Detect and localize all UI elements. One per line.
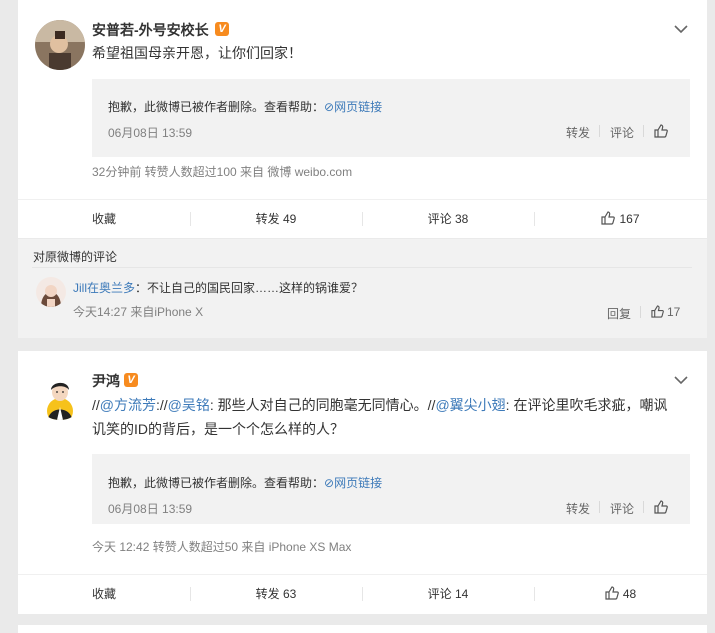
- thumbs-up-icon[interactable]: [654, 124, 668, 138]
- post-text: //@方流芳://@吴铭: 那些人对自己的同胞毫无同情心。//@翼尖小翅: 在评…: [92, 393, 692, 441]
- comment-like-count: 17: [667, 305, 681, 319]
- thumbs-up-icon: [651, 305, 664, 318]
- repost-date[interactable]: 06月08日 13:59: [108, 124, 192, 141]
- deleted-text: 抱歉，此微博已被作者删除。查看帮助：: [108, 476, 325, 490]
- original-post-comments: 对原微博的评论 Jill在奥兰多：不让自己的国民回家……这样的锅谁爱？ 今天14…: [18, 239, 707, 338]
- web-link[interactable]: 网页链接: [334, 100, 382, 114]
- repost-comment[interactable]: 评论: [610, 500, 634, 517]
- like-count: 48: [622, 587, 637, 601]
- deleted-text: 抱歉，此微博已被作者删除。查看帮助：: [108, 100, 325, 114]
- mention-link[interactable]: @方流芳: [100, 397, 156, 413]
- chevron-down-icon[interactable]: [674, 375, 688, 385]
- mention-link[interactable]: @吴铭: [168, 397, 210, 413]
- divider: [643, 501, 644, 513]
- like-count: 167: [619, 212, 640, 226]
- deleted-notice: 抱歉，此微博已被作者删除。查看帮助：⊘网页链接: [108, 98, 382, 115]
- divider: [32, 267, 692, 268]
- favorite-button[interactable]: 收藏: [18, 575, 190, 613]
- link-icon: ⊘: [324, 100, 335, 114]
- divider: [643, 125, 644, 137]
- chevron-down-icon[interactable]: [674, 24, 688, 34]
- commenter-name[interactable]: Jill在奥兰多: [73, 281, 135, 295]
- link-icon: ⊘: [324, 476, 335, 490]
- action-bar: 收藏 转发 63 评论 14 48: [18, 574, 707, 612]
- favorite-button[interactable]: 收藏: [18, 200, 190, 238]
- forward-button[interactable]: 转发 63: [190, 575, 362, 613]
- repost-box: 抱歉，此微博已被作者删除。查看帮助：⊘网页链接 06月08日 13:59 转发 …: [92, 79, 690, 157]
- verified-badge-icon: V: [124, 373, 138, 387]
- divider: [640, 306, 641, 318]
- divider: [599, 125, 600, 137]
- thumbs-up-icon: [601, 211, 616, 225]
- weibo-post: 安普若-外号安校长 V 希望祖国母亲开恩，让你们回家！ 抱歉，此微博已被作者删除…: [18, 0, 707, 238]
- like-button[interactable]: 48: [534, 575, 707, 613]
- text-segment: //: [92, 397, 100, 413]
- comment-body: ：不让自己的国民回家……这样的锅谁爱？: [135, 281, 364, 295]
- comment-text: Jill在奥兰多：不让自己的国民回家……这样的锅谁爱？: [73, 279, 363, 296]
- comment-time: 今天14:27 来自iPhone X: [73, 305, 204, 319]
- thumbs-up-icon: [605, 586, 619, 600]
- comment-button[interactable]: 评论 14: [362, 575, 534, 613]
- repost-date[interactable]: 06月08日 13:59: [108, 500, 192, 517]
- commenter-avatar[interactable]: [36, 277, 66, 307]
- post-text: 希望祖国母亲开恩，让你们回家！: [92, 45, 302, 61]
- comment-like-button[interactable]: 17: [651, 305, 680, 319]
- comment-button[interactable]: 评论 38: [362, 200, 534, 238]
- text-segment: : 在评论里吹毛求疵，嘲讽: [505, 397, 668, 413]
- username[interactable]: 尹鸿: [92, 371, 120, 391]
- comments-header: 对原微博的评论: [33, 250, 118, 264]
- repost-comment[interactable]: 评论: [610, 124, 634, 141]
- post-meta: 今天 12:42 转赞人数超过50 来自 iPhone XS Max: [92, 540, 352, 554]
- reply-button[interactable]: 回复: [607, 305, 631, 322]
- divider: [599, 501, 600, 513]
- deleted-notice: 抱歉，此微博已被作者删除。查看帮助：⊘网页链接: [108, 474, 382, 491]
- web-link[interactable]: 网页链接: [334, 476, 382, 490]
- repost-forward[interactable]: 转发: [566, 124, 590, 141]
- user-avatar[interactable]: [35, 370, 85, 420]
- username[interactable]: 安普若-外号安校长: [92, 20, 209, 40]
- post-meta: 32分钟前 转赞人数超过100 来自 微博 weibo.com: [92, 165, 353, 179]
- action-bar: 收藏 转发 49 评论 38 167: [18, 199, 707, 237]
- text-segment: : 那些人对自己的同胞毫无同情心。: [209, 397, 428, 413]
- weibo-post-partial: [18, 625, 707, 633]
- mention-link[interactable]: @翼尖小翅: [435, 397, 505, 413]
- thumbs-up-icon[interactable]: [654, 500, 668, 514]
- forward-button[interactable]: 转发 49: [190, 200, 362, 238]
- text-segment: 讥笑的ID的背后，是一个个怎么样的人？: [92, 421, 344, 437]
- repost-forward[interactable]: 转发: [566, 500, 590, 517]
- repost-box: 抱歉，此微博已被作者删除。查看帮助：⊘网页链接 06月08日 13:59 转发 …: [92, 454, 690, 524]
- verified-badge-icon: V: [215, 22, 229, 36]
- weibo-post: 尹鸿 V //@方流芳://@吴铭: 那些人对自己的同胞毫无同情心。//@翼尖小…: [18, 351, 707, 614]
- text-segment: //: [159, 397, 168, 413]
- like-button[interactable]: 167: [534, 200, 707, 238]
- user-avatar[interactable]: [35, 20, 85, 70]
